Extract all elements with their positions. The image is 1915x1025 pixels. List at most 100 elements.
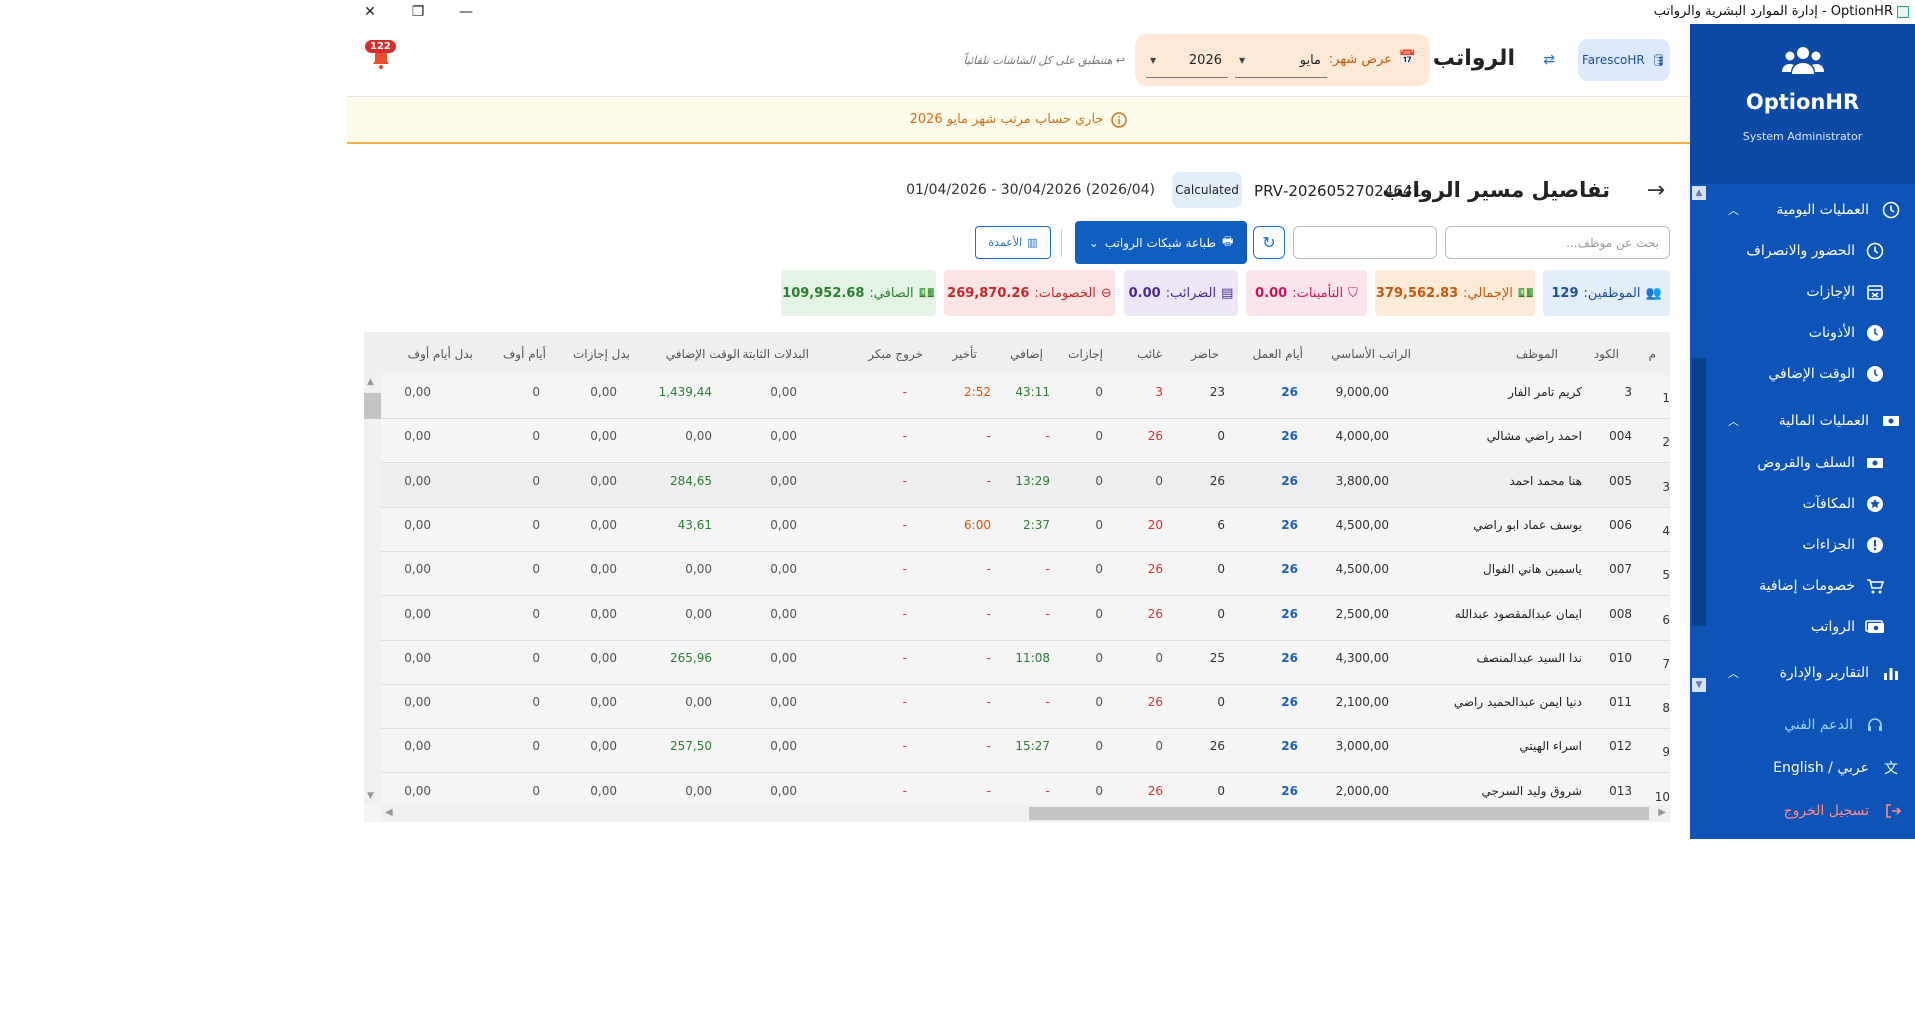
sidebar: OptionHR System Administrator ▲ ▼ العملي… <box>1690 24 1915 839</box>
database-selector-button[interactable]: 🛢 FarescoHR <box>1578 39 1670 81</box>
maximize-window-button[interactable]: ❐ <box>395 0 441 24</box>
cell-off-days: 0 <box>532 739 540 754</box>
cell-absent: 26 <box>1147 695 1163 710</box>
table-row[interactable]: 3 005 هنا محمد احمد 3,800,00 26 26 0 0 13:29 - - 0,… <box>381 463 1670 508</box>
table-row[interactable]: 1 3 كريم تامر الفار 9,000,00 26 23 3 0 43:11 2:52… <box>381 375 1670 419</box>
table-horizontal-scrollbar[interactable]: ◀ ▶ <box>381 805 1670 822</box>
column-header-overtime-pay[interactable]: الوقت الإضافي <box>666 347 740 361</box>
cell-leaves: 0 <box>1095 739 1103 754</box>
month-select[interactable]: مايو ▼ <box>1235 46 1327 78</box>
support-label: الدعم الفني <box>1784 717 1853 733</box>
cell-index: 6 <box>1662 612 1670 627</box>
clock-icon <box>1881 200 1901 220</box>
scroll-right-arrow-icon[interactable]: ▶ <box>1658 807 1666 818</box>
cell-absent: 0 <box>1155 473 1163 488</box>
cell-base-salary: 2,500,00 <box>1335 606 1389 621</box>
cell-leave-allowance: 0,00 <box>590 783 617 798</box>
receipt-icon: ▤ <box>1221 285 1234 301</box>
table-row[interactable]: 4 006 يوسف عماد ابو راضي 4,500,00 26 6 20 0 2:37… <box>381 507 1670 552</box>
sidebar-item-attendance[interactable]: الحضور والانصراف <box>1690 234 1915 268</box>
cell-index: 4 <box>1662 523 1670 538</box>
cell-employee: يوسف عماد ابو راضي <box>1473 517 1582 532</box>
column-header-fixed-allowances[interactable]: البدلات الثابتة <box>742 347 809 361</box>
table-row[interactable]: 7 010 ندا السيد عبدالمنصف 4,300,00 26 25 0 0 11:… <box>381 640 1670 685</box>
cell-fixed-allowances: 0,00 <box>770 650 797 665</box>
sidebar-item-overtime[interactable]: الوقت الإضافي <box>1690 357 1915 391</box>
notifications-button[interactable]: 122 <box>365 40 396 72</box>
column-header-absent[interactable]: غائب <box>1137 347 1162 361</box>
cell-code: 004 <box>1609 429 1632 444</box>
column-header-base-salary[interactable]: الراتب الأساسي <box>1331 347 1411 361</box>
cell-early-leave: - <box>902 606 907 621</box>
language-toggle[interactable]: 文 عربي / English <box>1690 751 1915 785</box>
sidebar-section-finance[interactable]: العمليات المالية ︿ <box>1690 404 1915 438</box>
minimize-window-button[interactable]: — <box>443 0 489 24</box>
table-row[interactable]: 5 007 ياسمين هاني الفوال 4,500,00 26 0 26 0 - - - 0… <box>381 552 1670 597</box>
cell-index: 7 <box>1662 656 1670 671</box>
cell-leaves: 0 <box>1095 429 1103 444</box>
print-payroll-checks-button[interactable]: 🖶 طباعة شيكات الرواتب ⌄ <box>1075 221 1247 264</box>
cell-employee: ياسمين هاني الفوال <box>1482 562 1582 577</box>
table-row[interactable]: 2 004 احمد راضي مشالي 4,000,00 26 0 26 0 - - - 0,00… <box>381 419 1670 464</box>
cell-present: 23 <box>1209 385 1225 399</box>
sidebar-support-link[interactable]: الدعم الفني <box>1690 708 1915 742</box>
column-header-late[interactable]: تأخير <box>952 347 977 361</box>
cell-leaves: 0 <box>1095 650 1103 665</box>
horizontal-scroll-thumb[interactable] <box>1029 807 1649 820</box>
cell-overtime-hours: - <box>1045 562 1050 577</box>
column-header-index[interactable]: م <box>1649 347 1656 361</box>
sidebar-item-bonuses[interactable]: المكافآت <box>1690 487 1915 521</box>
column-header-work-days[interactable]: أيام العمل <box>1253 347 1303 361</box>
column-header-early-leave[interactable]: خروج مبكر <box>868 347 923 361</box>
apply-note: ↩ هتنطبق على كل الشاشات تلقائياً <box>963 54 1125 67</box>
table-row[interactable]: 6 008 ايمان عبدالمقصود عبدالله 2,500,00 26 0 2… <box>381 596 1670 641</box>
vertical-scroll-thumb[interactable] <box>364 393 381 419</box>
back-arrow-icon[interactable]: → <box>1647 178 1665 203</box>
column-header-leaves[interactable]: إجازات <box>1068 347 1103 361</box>
column-header-leave-allowance[interactable]: بدل إجازات <box>573 347 630 361</box>
sidebar-section-reports[interactable]: التقارير والإدارة ︿ <box>1690 656 1915 690</box>
cell-early-leave: - <box>902 429 907 444</box>
columns-button[interactable]: ▥ الأعمدة <box>975 226 1051 259</box>
cell-employee: احمد راضي مشالي <box>1486 429 1582 444</box>
column-header-code[interactable]: الكود <box>1594 347 1619 361</box>
cell-early-leave: - <box>902 650 907 665</box>
cell-fixed-allowances: 0,00 <box>770 739 797 754</box>
swap-icon[interactable]: ⇄ <box>1543 52 1555 68</box>
cell-late: - <box>986 783 991 798</box>
table-vertical-scrollbar[interactable]: ▲ ▼ <box>364 375 381 805</box>
sidebar-item-penalties[interactable]: الجزاءات <box>1690 528 1915 562</box>
logout-button[interactable]: تسجيل الخروج <box>1690 794 1915 828</box>
window-title: OptionHR - إدارة الموارد البشرية والروات… <box>1654 4 1909 19</box>
column-header-off-days[interactable]: أيام أوف <box>503 347 546 361</box>
scroll-left-arrow-icon[interactable]: ◀ <box>385 807 393 818</box>
scroll-down-arrow-icon[interactable]: ▼ <box>367 791 374 801</box>
table-row[interactable]: 9 012 اسراء الهيتي 3,000,00 26 26 0 0 15:27 - - 0,0… <box>381 729 1670 774</box>
cell-off-days: 0 <box>532 429 540 444</box>
cell-off-days-allowance: 0,00 <box>404 517 431 532</box>
column-header-present[interactable]: حاضر <box>1191 347 1219 361</box>
column-header-employee[interactable]: الموظف <box>1516 347 1558 361</box>
sidebar-item-permissions[interactable]: الأذونات <box>1690 316 1915 350</box>
sidebar-item-extra-deductions[interactable]: خصومات إضافية <box>1690 569 1915 603</box>
sidebar-section-daily[interactable]: العمليات اليومية ︿ <box>1690 193 1915 227</box>
sidebar-item-leaves[interactable]: الإجازات <box>1690 275 1915 309</box>
sidebar-item-loans[interactable]: السلف والقروض <box>1690 446 1915 480</box>
column-header-off-days-allowance[interactable]: بدل أيام أوف <box>408 347 473 361</box>
employee-search-input[interactable] <box>1445 226 1670 259</box>
scroll-up-arrow-icon[interactable]: ▲ <box>367 377 374 387</box>
table-row[interactable]: 8 011 دنيا ايمن عبدالحميد راضي 2,100,00 26 0 2… <box>381 685 1670 730</box>
refresh-button[interactable]: ↻ <box>1253 226 1285 259</box>
cell-base-salary: 4,300,00 <box>1335 650 1389 665</box>
sidebar-item-payroll[interactable]: الرواتب <box>1690 610 1915 644</box>
window-title-text: OptionHR - إدارة الموارد البشرية والروات… <box>1653 4 1893 19</box>
close-window-button[interactable]: ✕ <box>347 0 393 24</box>
cell-absent: 26 <box>1147 783 1163 798</box>
column-header-overtime-hours[interactable]: إضافي <box>1010 347 1043 361</box>
cell-fixed-allowances: 0,00 <box>770 385 797 399</box>
summary-taxes: ▤ الضرائب: 0.00 <box>1124 270 1238 316</box>
cell-employee: شروق وليد السرجي <box>1481 783 1582 798</box>
sidebar-section-label: العمليات المالية <box>1778 413 1869 429</box>
year-select[interactable]: 2026 ▼ <box>1146 46 1228 78</box>
filter-input[interactable] <box>1293 226 1437 259</box>
